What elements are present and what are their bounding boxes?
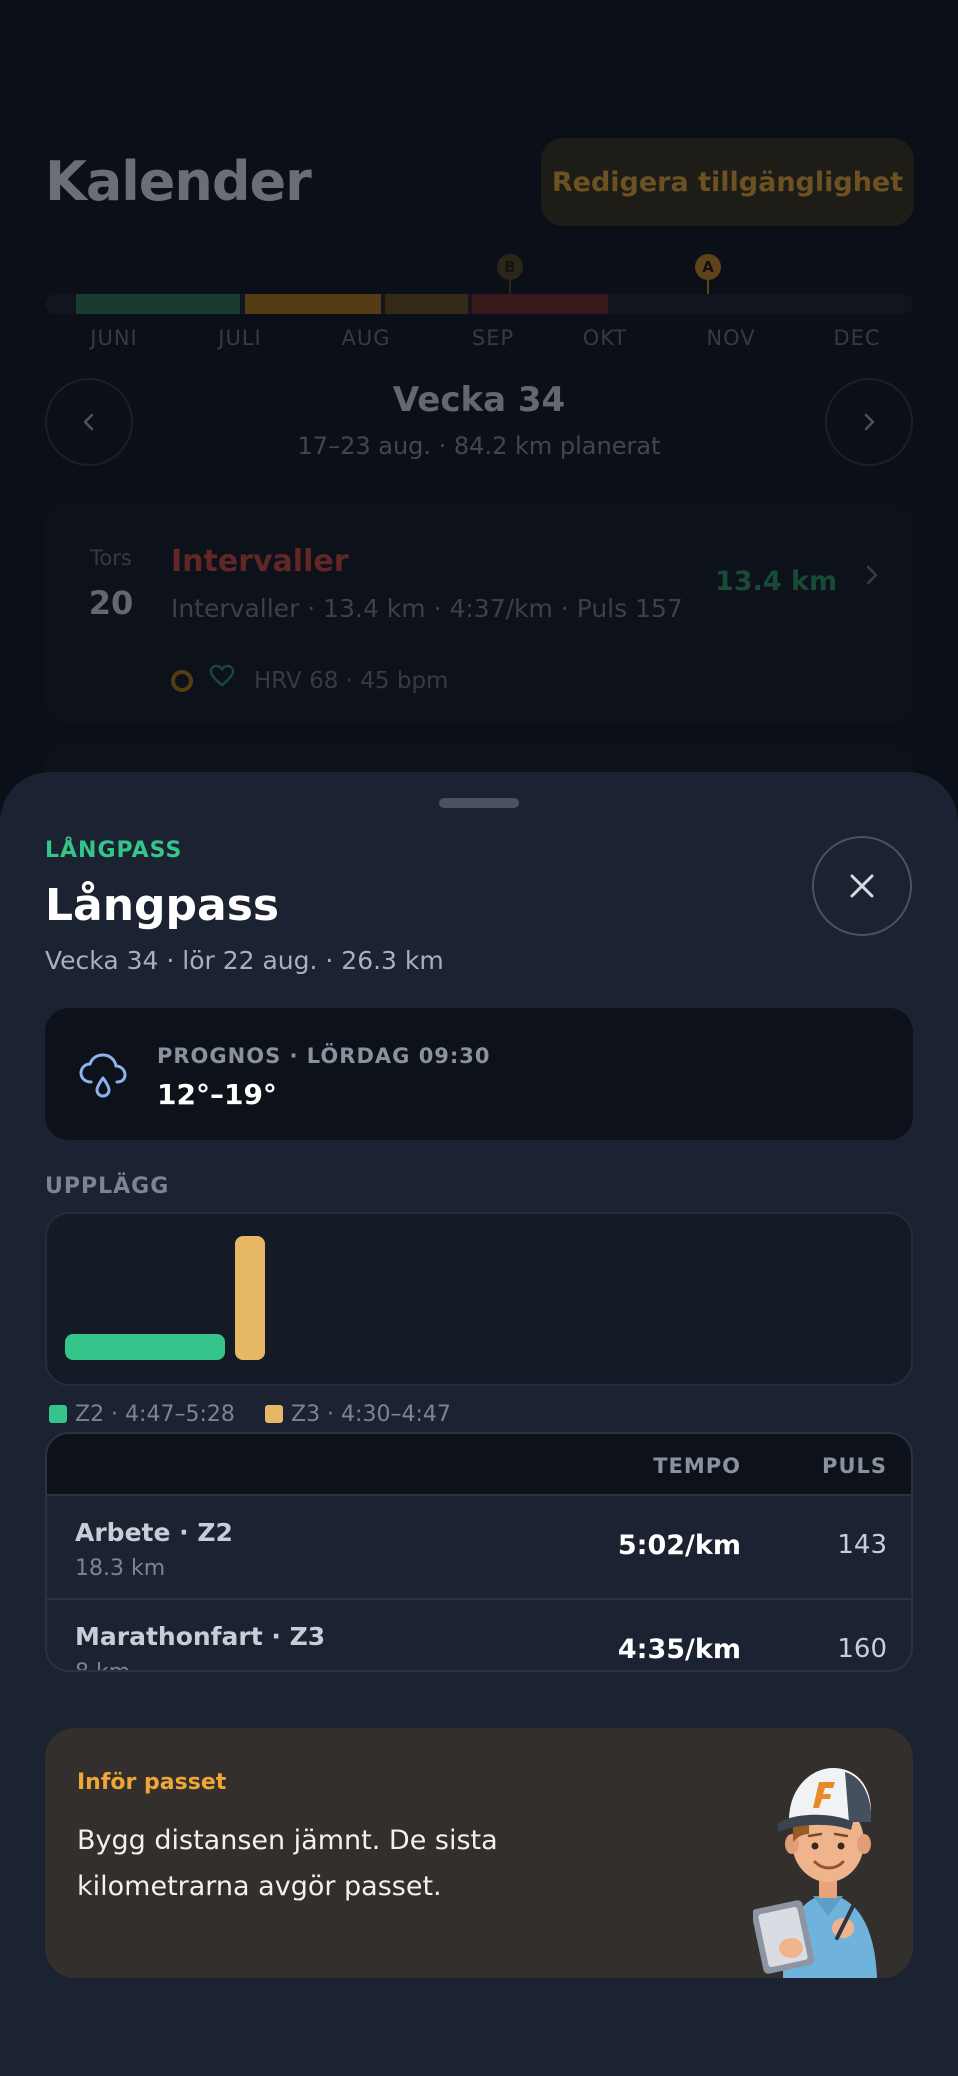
- step-pace: 5:02/km: [617, 1530, 741, 1561]
- workout-steps-table: TEMPO PULS Arbete · Z2 18.3 km 5:02/km 1…: [45, 1432, 913, 1672]
- workout-type-label: LÅNGPASS: [45, 838, 183, 863]
- phase-segment-base: [76, 294, 240, 314]
- step-name: Arbete · Z2: [75, 1518, 233, 1547]
- weather-forecast-card: PROGNOS · LÖRDAG 09:30 12°–19°: [45, 1008, 913, 1140]
- step-distance: 18.3 km: [75, 1556, 166, 1581]
- day-number: 20: [88, 584, 134, 622]
- legend-item-z3: Z3 · 4:30–4:47: [265, 1402, 451, 1427]
- workout-detail: Intervaller · 13.4 km · 4:37/km · Puls 1…: [171, 594, 683, 623]
- week-title: Vecka 34: [392, 380, 566, 420]
- table-header: TEMPO PULS: [47, 1434, 911, 1496]
- zone-bar-z2: [65, 1334, 225, 1360]
- forecast-label: PROGNOS · LÖRDAG 09:30: [157, 1044, 491, 1068]
- phase-segment-build: [245, 294, 381, 314]
- month-label: JUNI: [90, 326, 138, 350]
- column-header-tempo: TEMPO: [653, 1454, 741, 1478]
- month-label: JULI: [218, 326, 262, 350]
- legend-label: Z3 · 4:30–4:47: [291, 1402, 451, 1427]
- sheet-grabber[interactable]: [439, 798, 519, 808]
- legend-swatch: [49, 1405, 67, 1423]
- close-button[interactable]: [812, 836, 912, 936]
- edit-availability-button[interactable]: Redigera tillgänglighet: [541, 138, 914, 226]
- season-timeline[interactable]: [45, 294, 913, 314]
- phase-segment-taper: [472, 294, 608, 314]
- step-heart-rate: 160: [837, 1634, 887, 1664]
- chevron-right-icon: [864, 413, 875, 431]
- workout-sheet: LÅNGPASS Långpass Vecka 34 · lör 22 aug.…: [0, 772, 958, 2076]
- month-label: OKT: [582, 326, 628, 350]
- chevron-right-icon: [863, 562, 881, 595]
- legend-label: Z2 · 4:47–5:28: [75, 1402, 235, 1427]
- forecast-temperature: 12°–19°: [157, 1078, 277, 1111]
- close-icon: [850, 874, 874, 898]
- section-label: UPPLÄGG: [45, 1174, 170, 1199]
- race-marker-b-line: [509, 280, 511, 294]
- month-label: AUG: [341, 326, 391, 350]
- race-marker-a[interactable]: A: [695, 254, 721, 280]
- coach-tip-card: Inför passet Bygg distansen jämnt. De si…: [45, 1728, 913, 1978]
- step-pace: 4:35/km: [617, 1634, 741, 1665]
- race-marker-b[interactable]: B: [497, 254, 523, 280]
- month-label: NOV: [706, 326, 756, 350]
- workout-distance: 13.4 km: [715, 566, 838, 597]
- next-week-button[interactable]: [825, 378, 913, 466]
- workout-subtitle: Vecka 34 · lör 22 aug. · 26.3 km: [45, 946, 444, 975]
- heart-icon: [209, 664, 235, 695]
- coach-tip-text: Bygg distansen jämnt. De sista kilometra…: [77, 1825, 498, 1902]
- zone-bar-z3: [235, 1236, 265, 1360]
- week-subtitle: 17–23 aug. · 84.2 km planerat: [297, 432, 661, 460]
- coach-avatar: [753, 1768, 877, 1978]
- column-header-puls: PULS: [822, 1454, 887, 1478]
- rain-cloud-icon: [79, 1053, 127, 1098]
- hrv-readout: HRV 68 · 45 bpm: [254, 668, 449, 694]
- legend-swatch: [265, 1405, 283, 1423]
- table-row: Marathonfart · Z3 8 km 4:35/km 160: [47, 1600, 911, 1670]
- phase-segment-peak: [385, 294, 468, 314]
- month-label: SEP: [471, 326, 515, 350]
- step-distance: 8 km: [75, 1660, 130, 1670]
- coach-tip-title: Inför passet: [77, 1770, 227, 1795]
- workout-structure-chart: [45, 1212, 913, 1386]
- workout-name: Intervaller: [171, 544, 349, 579]
- status-ring-icon: [171, 670, 193, 692]
- step-name: Marathonfart · Z3: [75, 1622, 326, 1651]
- step-heart-rate: 143: [837, 1530, 887, 1560]
- month-labels: JUNI JULI AUG SEP OKT NOV DEC: [45, 326, 913, 356]
- page-title: Kalender: [45, 150, 312, 213]
- day-of-week: Tors: [90, 546, 132, 570]
- table-row: Arbete · Z2 18.3 km 5:02/km 143: [47, 1496, 911, 1598]
- race-marker-a-line: [707, 280, 709, 294]
- day-card[interactable]: Tors 20 Intervaller Intervaller · 13.4 k…: [45, 504, 913, 724]
- workout-title: Långpass: [45, 880, 280, 931]
- month-label: DEC: [833, 326, 881, 350]
- legend-item-z2: Z2 · 4:47–5:28: [49, 1402, 235, 1427]
